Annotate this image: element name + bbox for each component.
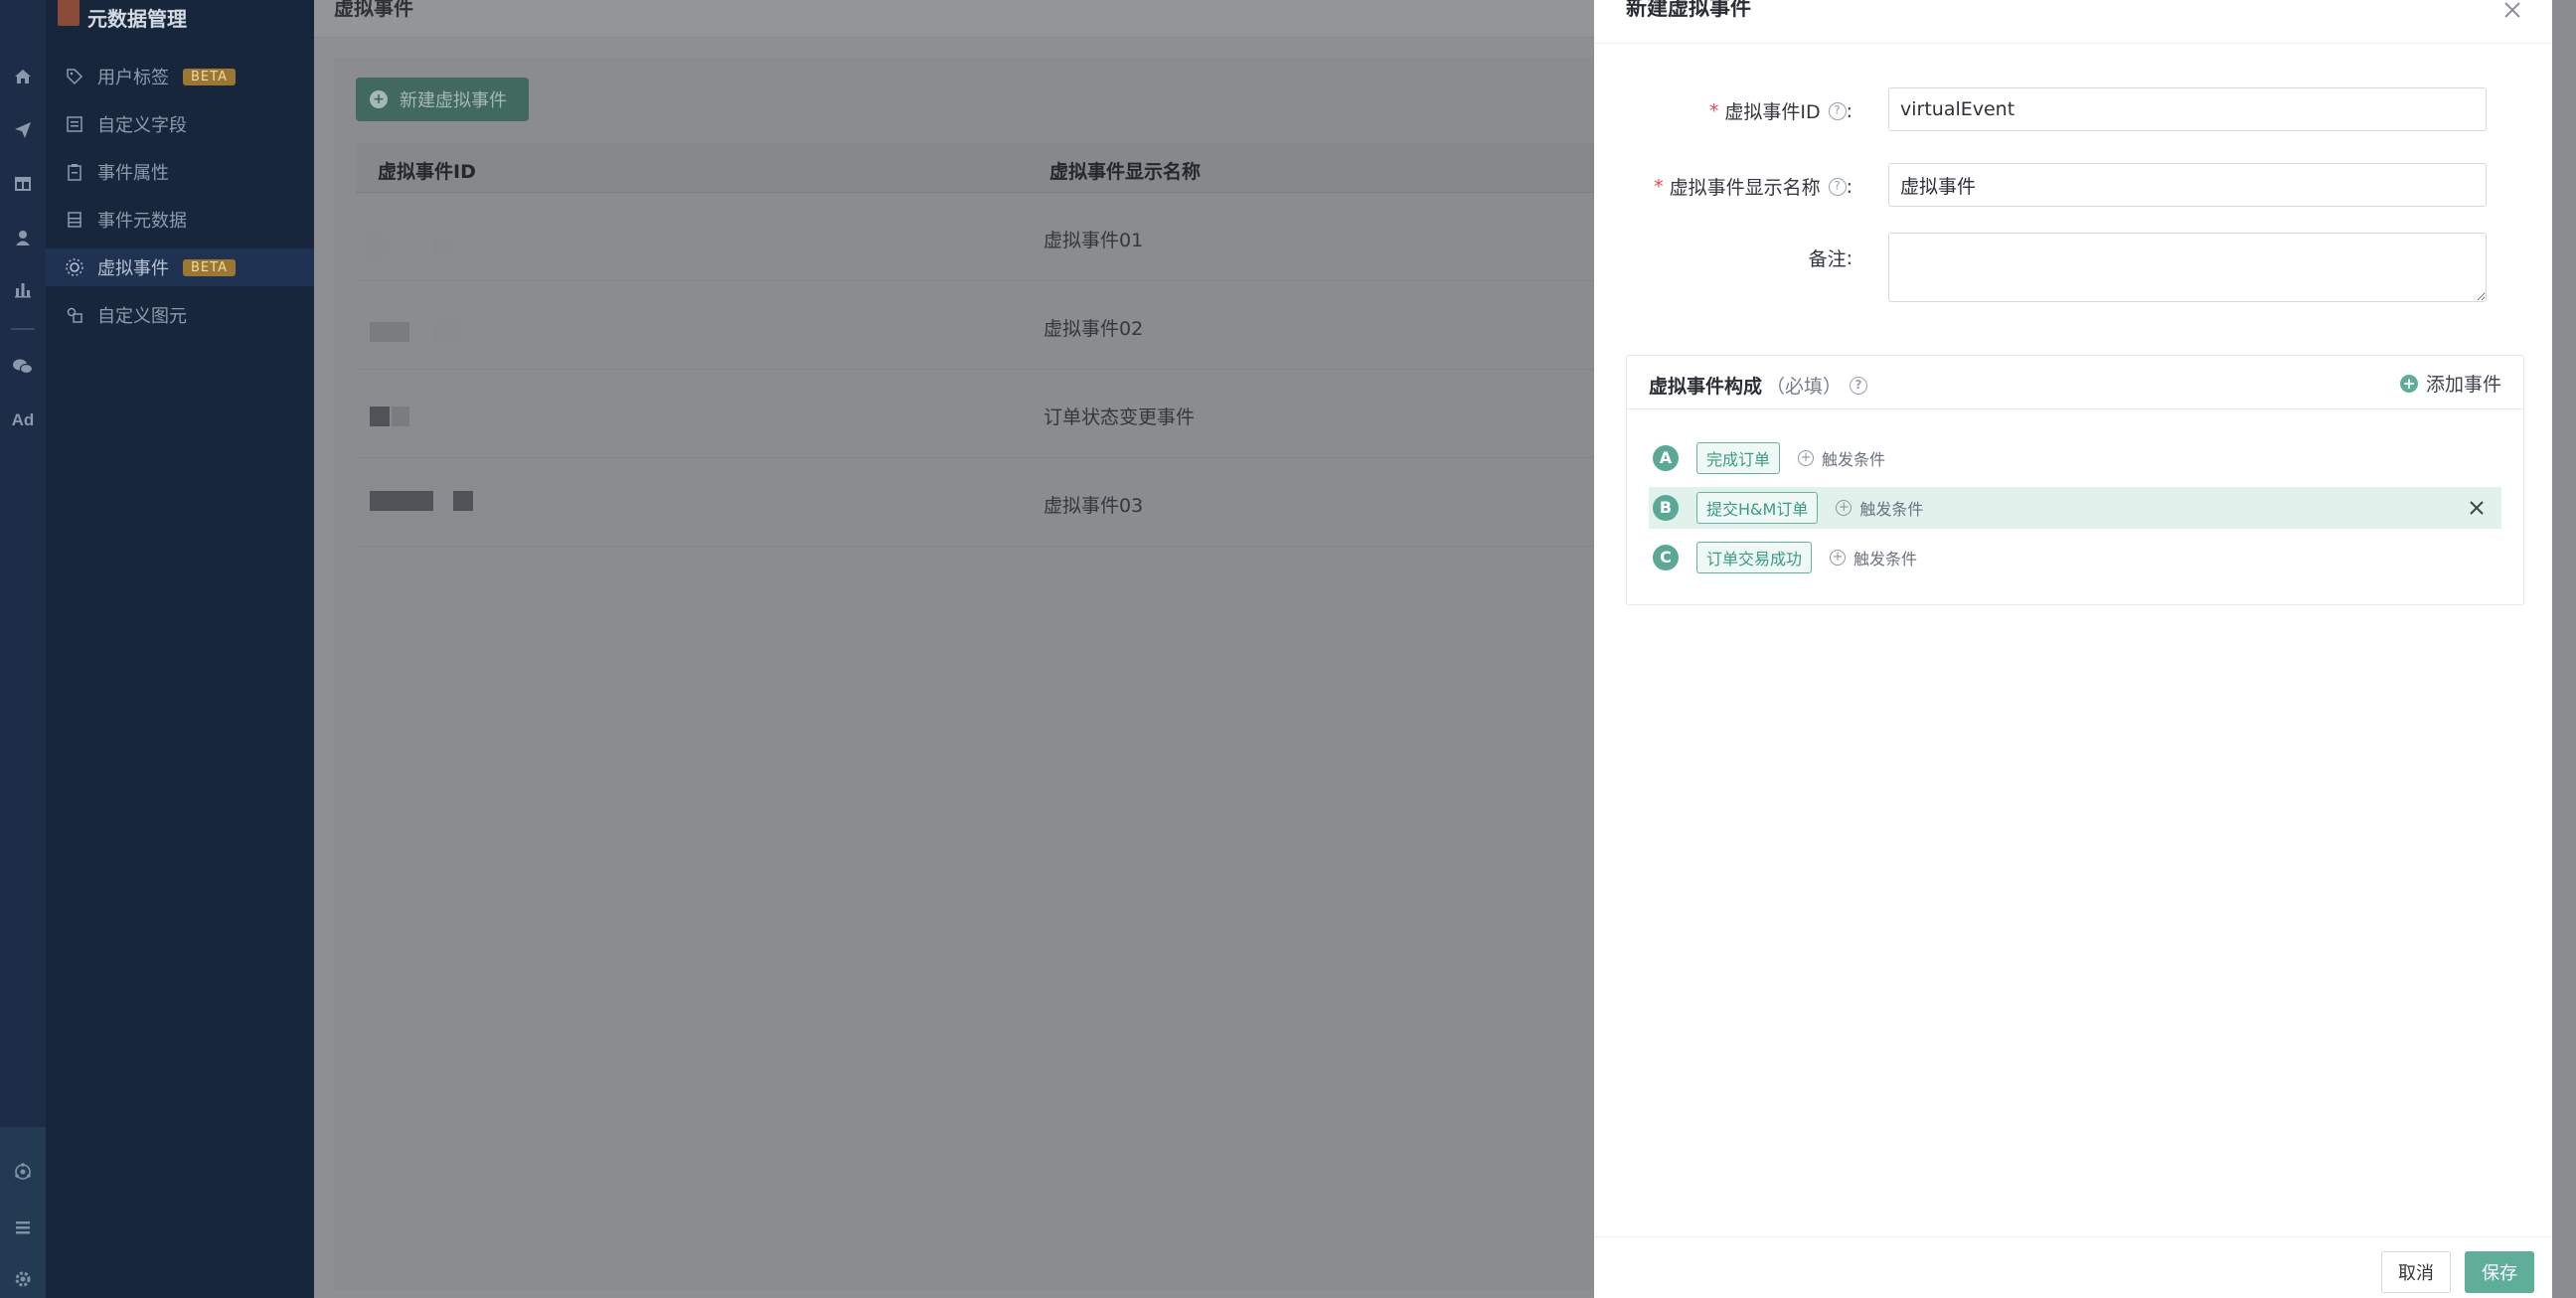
mask-edge	[2552, 0, 2576, 1298]
form-row-display-name: * 虚拟事件显示名称 ? :	[1594, 163, 2552, 207]
form-row-note: 备注 :	[1594, 233, 2552, 302]
event-letter-badge: C	[1653, 545, 1679, 570]
row-display-name: 虚拟事件02	[1044, 318, 1144, 340]
sidebar-item-user-tags[interactable]: 用户标签 BETA	[46, 58, 314, 95]
drawer-footer: 取消 保存	[1594, 1236, 2552, 1298]
redacted-id	[433, 322, 463, 342]
composition-header: 虚拟事件构成 （必填） ? + 添加事件	[1627, 356, 2523, 409]
help-icon[interactable]: ?	[1850, 376, 1868, 395]
column-header-id: 虚拟事件ID	[378, 161, 476, 183]
required-mark: *	[1708, 99, 1719, 122]
network-icon[interactable]	[10, 1159, 36, 1185]
wechat-icon[interactable]	[10, 354, 36, 380]
redacted-id	[370, 406, 390, 426]
composition-event-row[interactable]: A 完成订单 + 触发条件	[1649, 437, 2501, 479]
beta-badge: BETA	[183, 258, 236, 276]
redacted-id	[392, 406, 409, 426]
composition-event-row[interactable]: C 订单交易成功 + 触发条件	[1649, 537, 2501, 578]
form-row-event-id: * 虚拟事件ID ? :	[1594, 87, 2552, 131]
virtual-event-icon	[64, 256, 85, 278]
bar-chart-icon[interactable]	[10, 276, 36, 302]
event-letter-badge: A	[1653, 445, 1679, 471]
drawer-title: 新建虚拟事件	[1626, 0, 1751, 20]
page-header: 虚拟事件	[314, 0, 1594, 38]
plus-circle-icon: +	[2399, 374, 2418, 393]
plus-circle-icon: +	[1836, 500, 1852, 516]
redacted-id	[370, 491, 433, 511]
sidebar-item-event-metadata[interactable]: 事件元数据	[46, 201, 314, 239]
composition-event-row[interactable]: B 提交H&M订单 + 触发条件	[1649, 487, 2501, 529]
cancel-button[interactable]: 取消	[2381, 1251, 2451, 1293]
drawer-header: 新建虚拟事件	[1594, 0, 2552, 44]
note-textarea[interactable]	[1888, 233, 2487, 302]
app-logo	[58, 0, 80, 26]
event-id-input[interactable]	[1888, 87, 2487, 131]
display-name-label: * 虚拟事件显示名称 ? :	[1654, 175, 1852, 200]
field-icon	[64, 113, 85, 135]
column-header-display-name: 虚拟事件显示名称	[1049, 161, 1202, 183]
shapes-icon	[64, 304, 85, 326]
note-label: 备注 :	[1808, 246, 1852, 271]
redacted-id	[453, 491, 473, 511]
event-id-label: * 虚拟事件ID ? :	[1708, 99, 1852, 124]
remove-event-icon[interactable]	[2466, 497, 2488, 519]
beta-badge: BETA	[183, 68, 236, 85]
plus-circle-icon: +	[1798, 450, 1815, 466]
composition-title: 虚拟事件构成 （必填） ?	[1649, 372, 1868, 399]
plus-circle-icon: +	[370, 90, 388, 108]
sidebar-item-custom-shapes[interactable]: 自定义图元	[46, 296, 314, 334]
clipboard-icon	[64, 161, 85, 183]
display-name-input[interactable]	[1888, 163, 2487, 207]
user-icon[interactable]	[10, 225, 36, 250]
sidebar: 元数据管理 用户标签 BETA 自定义字段 事件属性 事件元数据 虚拟事件 BE…	[46, 0, 314, 1298]
send-icon[interactable]	[10, 117, 36, 143]
table-row[interactable]: 订单状态变更事件	[356, 371, 1594, 458]
sidebar-item-virtual-events[interactable]: 虚拟事件 BETA	[46, 248, 314, 286]
trigger-condition-button[interactable]: + 触发条件	[1830, 546, 1917, 569]
trigger-condition-button[interactable]: + 触发条件	[1798, 446, 1885, 470]
rail-divider	[11, 328, 35, 330]
add-event-button[interactable]: + 添加事件	[2399, 370, 2501, 397]
save-button[interactable]: 保存	[2465, 1251, 2534, 1293]
menu-icon[interactable]	[10, 1215, 36, 1240]
close-icon[interactable]	[2500, 0, 2524, 22]
sidebar-item-custom-fields[interactable]: 自定义字段	[46, 105, 314, 143]
ad-icon[interactable]: Ad	[10, 407, 36, 433]
sidebar-title: 元数据管理	[58, 0, 187, 34]
rail-bottom	[0, 1127, 46, 1298]
table-row[interactable]: 虚拟事件03	[356, 459, 1594, 547]
row-display-name: 虚拟事件01	[1044, 230, 1144, 251]
gear-icon[interactable]	[10, 1266, 36, 1292]
home-icon[interactable]	[10, 64, 36, 89]
event-tag[interactable]: 完成订单	[1696, 442, 1781, 474]
new-virtual-event-button[interactable]: + 新建虚拟事件	[356, 78, 529, 121]
required-mark: *	[1654, 175, 1664, 198]
help-icon[interactable]: ?	[1828, 101, 1847, 120]
redacted-id	[433, 238, 451, 255]
page-title: 虚拟事件	[334, 0, 413, 20]
table-row[interactable]: 虚拟事件02	[356, 282, 1594, 370]
new-virtual-event-drawer: 新建虚拟事件 * 虚拟事件ID ? : * 虚拟事件显示名称 ? : 备注 :	[1594, 0, 2552, 1298]
table-icon[interactable]	[10, 171, 36, 197]
help-icon[interactable]: ?	[1828, 177, 1847, 196]
event-tag[interactable]: 提交H&M订单	[1696, 492, 1819, 524]
event-tag[interactable]: 订单交易成功	[1696, 542, 1813, 573]
tag-icon	[64, 66, 85, 87]
row-display-name: 虚拟事件03	[1044, 495, 1144, 517]
table-header: 虚拟事件ID 虚拟事件显示名称	[356, 143, 1594, 193]
list-doc-icon	[64, 209, 85, 231]
sidebar-item-event-properties[interactable]: 事件属性	[46, 153, 314, 191]
event-letter-badge: B	[1653, 495, 1679, 521]
redacted-id	[366, 236, 388, 257]
plus-circle-icon: +	[1830, 550, 1847, 566]
redacted-id	[370, 322, 409, 342]
table-row[interactable]: 虚拟事件01	[356, 194, 1594, 281]
trigger-condition-button[interactable]: + 触发条件	[1836, 496, 1923, 520]
row-display-name: 订单状态变更事件	[1044, 406, 1196, 428]
event-composition-panel: 虚拟事件构成 （必填） ? + 添加事件 A 完成订单 + 触发条件 B 提交H…	[1626, 355, 2524, 605]
icon-rail: Ad	[0, 0, 46, 1298]
